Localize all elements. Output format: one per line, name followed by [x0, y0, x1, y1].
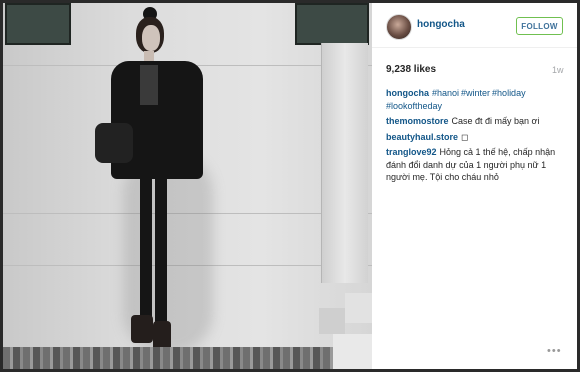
follow-button[interactable]: FOLLOW [516, 17, 563, 35]
pixel-block [319, 308, 345, 334]
leg-right [155, 177, 167, 327]
ellipsis-icon[interactable]: ••• [547, 345, 562, 357]
likes-count[interactable]: 9,238 likes [386, 64, 436, 75]
comment: themomostore Case đt đi mấy bạn ơi [386, 115, 571, 128]
face [142, 25, 160, 51]
post-header: hongocha FOLLOW [372, 3, 577, 48]
handbag [95, 123, 133, 163]
post-details-panel: hongocha FOLLOW 9,238 likes 1w hongocha #… [372, 3, 577, 369]
boot-left [131, 315, 153, 343]
wall-pillar [321, 43, 368, 283]
comment-text: Case đt đi mấy bạn ơi [451, 116, 540, 126]
hashtag[interactable]: #lookoftheday [386, 101, 442, 111]
hashtag[interactable]: #holiday [492, 88, 526, 98]
avatar[interactable] [386, 14, 412, 40]
comment-username[interactable]: themomostore [386, 116, 449, 126]
pixel-block [333, 334, 372, 369]
pixel-block [345, 293, 372, 323]
post-photo[interactable] [3, 3, 372, 369]
post-age: 1w [552, 65, 564, 75]
caption: hongocha #hanoi #winter #holiday #lookofthed… [386, 87, 571, 112]
username-link[interactable]: hongocha [417, 19, 465, 30]
comment-text: ◻ [461, 131, 469, 142]
caption-username[interactable]: hongocha [386, 88, 429, 98]
hashtag[interactable]: #winter [461, 88, 490, 98]
comment-username[interactable]: beautyhaul.store [386, 132, 458, 142]
cobblestone-ground [3, 347, 372, 369]
window-shutter-right [295, 3, 369, 45]
comment-username[interactable]: tranglove92 [386, 147, 437, 157]
comment: beautyhaul.store ◻ [386, 131, 571, 144]
leg-left [140, 177, 152, 327]
hashtag[interactable]: #hanoi [432, 88, 459, 98]
comment: tranglove92 Hỏng cả 1 thế hệ, chấp nhận đ… [386, 146, 571, 184]
coat-opening [140, 65, 158, 105]
post-viewer: hongocha FOLLOW 9,238 likes 1w hongocha #… [3, 3, 577, 369]
window-shutter-left [5, 3, 71, 45]
comments-list: hongocha #hanoi #winter #holiday #lookofthed… [386, 87, 571, 187]
